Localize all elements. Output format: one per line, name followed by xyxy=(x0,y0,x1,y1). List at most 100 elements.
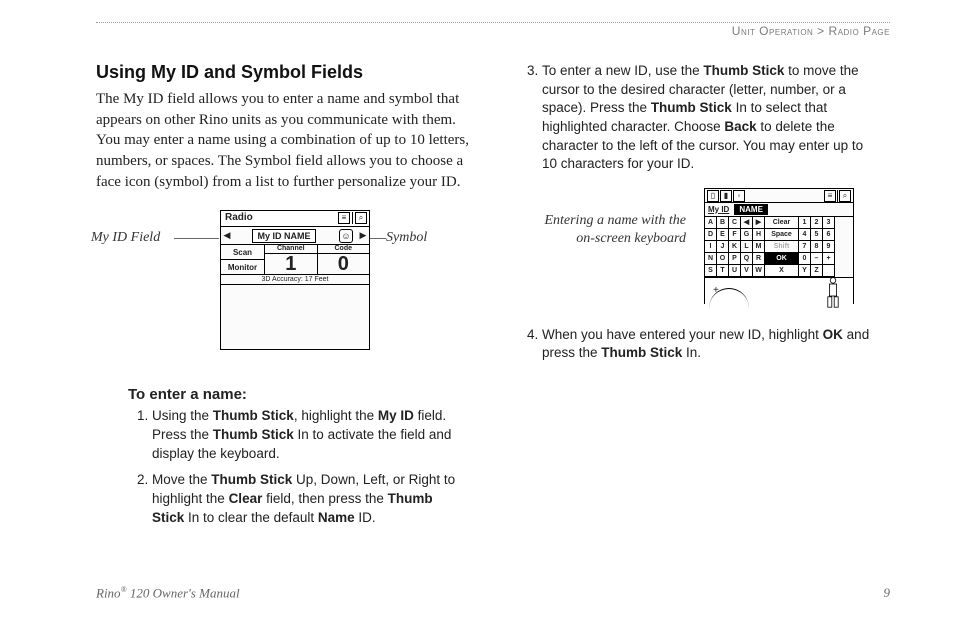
titlebar-icons: ≡ ⌕ xyxy=(338,212,367,224)
monitor-button: Monitor xyxy=(221,260,264,274)
top-rule xyxy=(96,22,890,23)
kb-key: M xyxy=(753,241,765,253)
kb-landscape: + xyxy=(705,278,853,308)
kb-key: Clear xyxy=(765,217,799,229)
footer: Rino® 120 Owner's Manual 9 xyxy=(96,585,890,601)
titlebar-sep xyxy=(352,212,353,224)
arrow-right-icon: ▶ xyxy=(357,230,369,241)
kb-key: H xyxy=(753,229,765,241)
left-buttons: Scan Monitor xyxy=(221,245,265,274)
kb-key: N xyxy=(705,253,717,265)
myid-field: My ID NAME xyxy=(252,229,315,243)
channel-pane: Channel Code 1 0 xyxy=(265,245,369,274)
kb-key: Q xyxy=(741,253,753,265)
kb-key: 7 xyxy=(799,241,811,253)
myid-value: NAME xyxy=(284,231,311,241)
kb-key: + xyxy=(823,253,835,265)
kb-titlebar: ▯ ▮ ◦ ≡ ⌕ xyxy=(705,189,853,203)
kb-key: W xyxy=(753,265,765,277)
accuracy-text: 3D Accuracy: 17 Feet xyxy=(221,275,369,285)
section-title: Using My ID and Symbol Fields xyxy=(96,62,470,83)
breadcrumb-page: Radio Page xyxy=(829,24,890,38)
step-2: Move the Thumb Stick Up, Down, Left, or … xyxy=(152,471,470,527)
battery-icon: ▯ xyxy=(707,190,719,202)
rino-titlebar: Radio ≡ ⌕ xyxy=(221,211,369,227)
kb-key: ◀ xyxy=(741,217,753,229)
kb-key: 0 xyxy=(799,253,811,265)
kb-key: G xyxy=(741,229,753,241)
find-icon: ⌕ xyxy=(839,190,851,202)
kb-icons-right: ≡ ⌕ xyxy=(824,190,851,202)
kb-key: T xyxy=(717,265,729,277)
rino-keyboard-screen: ▯ ▮ ◦ ≡ ⌕ My ID NAME AB xyxy=(704,188,854,304)
kb-key: Z xyxy=(811,265,823,277)
kb-key: 5 xyxy=(811,229,823,241)
gps-icon: ◦ xyxy=(733,190,745,202)
kb-key: Y xyxy=(799,265,811,277)
kb-key: – xyxy=(811,253,823,265)
channel-headers: Channel Code xyxy=(265,245,369,254)
keyboard-grid: ABC◀▶Clear123DEFGHSpace456IJKLMShift789N… xyxy=(705,217,853,278)
myid-row: ◀ My ID NAME ☺ ▶ xyxy=(221,227,369,245)
rino-screen: Radio ≡ ⌕ ◀ My ID NAME ☺ xyxy=(220,210,370,350)
callout-keyboard: Entering a name with the on-screen keybo… xyxy=(536,212,686,248)
kb-key: L xyxy=(741,241,753,253)
channel-values: 1 0 xyxy=(265,254,369,274)
steps-list-right: To enter a new ID, use the Thumb Stick t… xyxy=(542,62,890,174)
menu-icon: ≡ xyxy=(824,190,836,202)
kb-name-value: NAME xyxy=(734,204,768,215)
kb-key: U xyxy=(729,265,741,277)
breadcrumb-sep: > xyxy=(817,24,825,38)
channel-row: Scan Monitor Channel Code 1 0 xyxy=(221,245,369,275)
page-number: 9 xyxy=(884,585,891,601)
kb-key: ▶ xyxy=(753,217,765,229)
callout-symbol: Symbol xyxy=(386,230,427,246)
kb-key: A xyxy=(705,217,717,229)
kb-key: 8 xyxy=(811,241,823,253)
subhead-enter-name: To enter a name: xyxy=(128,386,470,403)
kb-key: E xyxy=(717,229,729,241)
kb-key: 1 xyxy=(799,217,811,229)
intro-paragraph: The My ID field allows you to enter a na… xyxy=(96,89,470,192)
step-1: Using the Thumb Stick, highlight the My … xyxy=(152,407,470,463)
callout-line-right xyxy=(368,238,386,239)
breadcrumb-section: Unit Operation xyxy=(732,24,814,38)
kb-key: F xyxy=(729,229,741,241)
breadcrumb: Unit Operation > Radio Page xyxy=(732,24,890,38)
kb-name-row: My ID NAME xyxy=(705,203,853,217)
steps-list-left: Using the Thumb Stick, highlight the My … xyxy=(152,407,470,527)
menu-icon: ≡ xyxy=(338,212,350,224)
kb-key: O xyxy=(717,253,729,265)
kb-key: R xyxy=(753,253,765,265)
kb-key: OK xyxy=(765,253,799,265)
kb-icons-left: ▯ ▮ ◦ xyxy=(707,190,745,202)
val-channel: 1 xyxy=(265,254,318,274)
footer-left: Rino® 120 Owner's Manual xyxy=(96,585,240,601)
kb-key: C xyxy=(729,217,741,229)
columns: Using My ID and Symbol Fields The My ID … xyxy=(96,22,890,535)
arrow-left-icon: ◀ xyxy=(221,230,233,241)
kb-key: K xyxy=(729,241,741,253)
rino-title: Radio xyxy=(225,212,253,223)
callout-myid-field: My ID Field xyxy=(91,230,160,246)
hdr-channel: Channel xyxy=(265,245,318,253)
kb-key: B xyxy=(717,217,729,229)
val-code: 0 xyxy=(318,254,370,274)
manual-page: Unit Operation > Radio Page Using My ID … xyxy=(0,0,954,621)
kb-key: D xyxy=(705,229,717,241)
figure-radio-screen: My ID Field Symbol Radio ≡ ⌕ ◀ xyxy=(96,210,470,368)
kb-key: X xyxy=(765,265,799,277)
symbol-face-icon: ☺ xyxy=(339,229,353,243)
figure-keyboard: Entering a name with the on-screen keybo… xyxy=(516,188,890,308)
kb-key: P xyxy=(729,253,741,265)
plus-icon: + xyxy=(713,285,719,296)
signal-icon: ▮ xyxy=(720,190,732,202)
kb-key: J xyxy=(717,241,729,253)
kb-name-label: My ID xyxy=(705,205,732,214)
kb-key: Space xyxy=(765,229,799,241)
find-icon: ⌕ xyxy=(355,212,367,224)
kb-key: 9 xyxy=(823,241,835,253)
steps-list-right-2: When you have entered your new ID, highl… xyxy=(542,326,890,363)
kb-key: 3 xyxy=(823,217,835,229)
step-4: When you have entered your new ID, highl… xyxy=(542,326,890,363)
